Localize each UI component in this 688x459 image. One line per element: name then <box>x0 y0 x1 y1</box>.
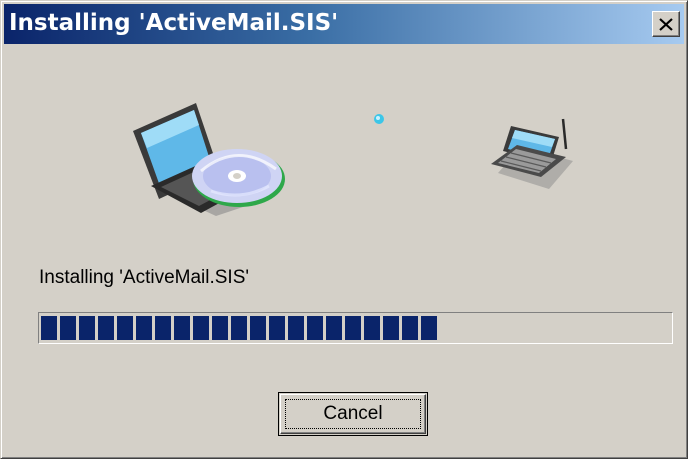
progress-block <box>98 316 114 340</box>
handheld-device-icon <box>491 118 573 189</box>
progress-block <box>79 316 95 340</box>
cancel-button[interactable]: Cancel <box>278 392 428 436</box>
laptop-with-cd-icon <box>133 103 285 216</box>
progress-block <box>307 316 323 340</box>
progress-block <box>155 316 171 340</box>
progress-block <box>269 316 285 340</box>
progress-bar <box>38 312 673 344</box>
progress-block <box>117 316 133 340</box>
install-dialog: Installing 'ActiveMail.SIS' Installing '… <box>0 0 688 459</box>
install-illustration <box>133 103 573 216</box>
progress-block <box>193 316 209 340</box>
progress-block <box>383 316 399 340</box>
progress-block <box>174 316 190 340</box>
progress-block <box>136 316 152 340</box>
progress-block <box>60 316 76 340</box>
progress-block <box>326 316 342 340</box>
cancel-button-label: Cancel <box>323 403 383 424</box>
progress-block <box>212 316 228 340</box>
transfer-dot-icon <box>374 114 384 124</box>
progress-block <box>364 316 380 340</box>
status-message: Installing 'ActiveMail.SIS' <box>39 267 250 288</box>
progress-block <box>402 316 418 340</box>
cancel-button-focus: Cancel <box>285 399 421 429</box>
progress-fill <box>41 316 437 340</box>
progress-block <box>288 316 304 340</box>
progress-block <box>231 316 247 340</box>
progress-block <box>250 316 266 340</box>
progress-block <box>345 316 361 340</box>
progress-block <box>41 316 57 340</box>
progress-block <box>421 316 437 340</box>
